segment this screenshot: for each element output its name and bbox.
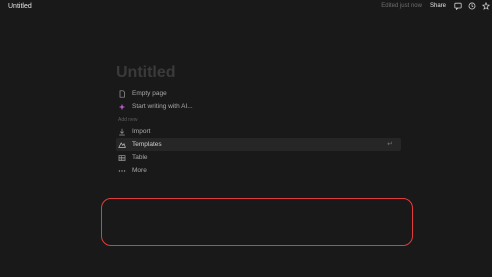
comment-icon[interactable] bbox=[454, 2, 462, 10]
page: Untitled Edited just now Share Untitled … bbox=[0, 0, 492, 277]
ai-writing-option[interactable]: Start writing with AI... bbox=[116, 100, 401, 113]
table-icon bbox=[118, 154, 126, 162]
highlight-annotation-box bbox=[101, 198, 413, 246]
new-page-panel: Untitled Empty page Start writing with A… bbox=[116, 63, 401, 177]
sparkle-icon bbox=[118, 103, 126, 111]
edited-status: Edited just now bbox=[381, 3, 422, 9]
empty-page-label: Empty page bbox=[132, 90, 167, 97]
star-icon[interactable] bbox=[482, 2, 490, 10]
more-icon bbox=[118, 167, 126, 175]
top-bar: Untitled Edited just now Share bbox=[0, 0, 492, 16]
add-new-heading: Add new bbox=[118, 117, 138, 123]
more-option[interactable]: More bbox=[116, 164, 401, 177]
empty-page-option[interactable]: Empty page bbox=[116, 87, 401, 100]
templates-label: Templates bbox=[132, 141, 162, 148]
templates-icon bbox=[118, 141, 126, 149]
import-label: Import bbox=[132, 128, 151, 135]
templates-option[interactable]: Templates ↵ bbox=[116, 138, 401, 151]
page-title-placeholder[interactable]: Untitled bbox=[116, 63, 401, 83]
breadcrumb-title[interactable]: Untitled bbox=[8, 3, 32, 10]
page-icon bbox=[118, 89, 126, 98]
table-label: Table bbox=[132, 154, 148, 161]
enter-key-icon: ↵ bbox=[387, 141, 393, 148]
more-label: More bbox=[132, 167, 147, 174]
table-option[interactable]: Table bbox=[116, 151, 401, 164]
import-option[interactable]: Import bbox=[116, 125, 401, 138]
clock-icon[interactable] bbox=[468, 2, 476, 10]
share-button[interactable]: Share bbox=[428, 2, 448, 10]
import-icon bbox=[118, 128, 126, 136]
ai-writing-label: Start writing with AI... bbox=[132, 103, 193, 110]
topbar-actions: Edited just now Share bbox=[381, 2, 490, 10]
